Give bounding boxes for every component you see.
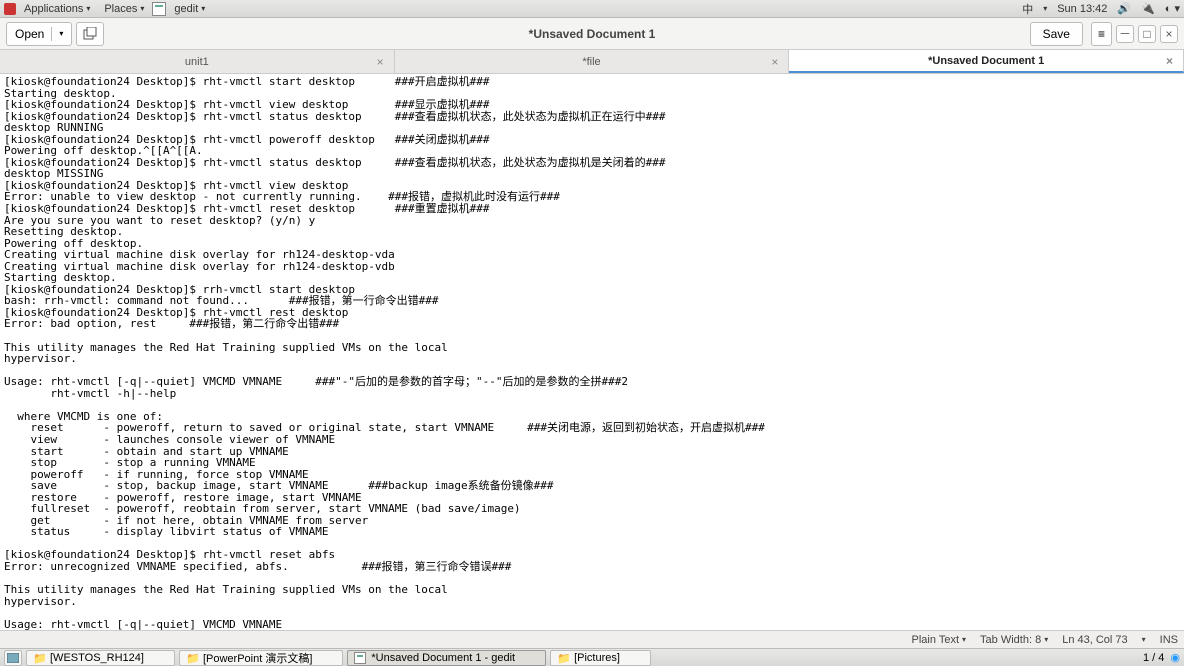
folder-icon: 📁 <box>557 652 569 664</box>
top-panel: Applications▾ Places▾ gedit▾ 中 ▾ Sun 13:4… <box>0 0 1184 18</box>
input-method-indicator[interactable]: 中 <box>1022 1 1033 17</box>
statusbar: Plain Text▾ Tab Width: 8▾ Ln 43, Col 73 … <box>0 630 1184 648</box>
cursor-position: Ln 43, Col 73 <box>1062 634 1127 646</box>
bottom-panel: 📁[WESTOS_RH124] 📁[PowerPoint 演示文稿] *Unsa… <box>0 648 1184 666</box>
distro-logo-icon <box>4 3 16 15</box>
battery-icon[interactable]: 🔌 <box>1141 2 1155 15</box>
task-powerpoint[interactable]: 📁[PowerPoint 演示文稿] <box>179 650 343 666</box>
chevron-down-icon: ▾ <box>1043 4 1047 13</box>
open-button[interactable]: Open▾ <box>6 22 72 46</box>
chevron-down-icon: ▾ <box>140 4 144 13</box>
close-button[interactable]: × <box>1160 25 1178 43</box>
folder-icon: 📁 <box>186 652 198 664</box>
maximize-button[interactable]: □ <box>1138 25 1156 43</box>
tab-file[interactable]: *file× <box>395 50 790 73</box>
user-menu[interactable]: ◐ ▾ <box>1165 2 1180 15</box>
gedit-app-icon <box>152 2 166 16</box>
chevron-down-icon: ▾ <box>962 635 966 644</box>
chevron-down-icon: ▾ <box>59 29 63 38</box>
tabwidth-selector[interactable]: Tab Width: 8▾ <box>980 634 1048 646</box>
gedit-icon <box>354 652 366 664</box>
notification-icon[interactable]: ◉ <box>1170 651 1180 664</box>
task-westos[interactable]: 📁[WESTOS_RH124] <box>26 650 175 666</box>
save-button[interactable]: Save <box>1030 22 1083 46</box>
tab-unit1[interactable]: unit1× <box>0 50 395 73</box>
editor-textarea[interactable]: [kiosk@foundation24 Desktop]$ rht-vmctl … <box>0 74 1184 630</box>
new-tab-button[interactable] <box>76 22 104 46</box>
close-icon[interactable]: × <box>771 55 778 69</box>
applications-menu[interactable]: Applications▾ <box>18 3 96 15</box>
syntax-selector[interactable]: Plain Text▾ <box>912 634 967 646</box>
close-icon[interactable]: × <box>1166 54 1173 68</box>
minimize-button[interactable]: － <box>1116 25 1134 43</box>
clock[interactable]: Sun 13:42 <box>1057 3 1107 15</box>
chevron-down-icon[interactable]: ▾ <box>1142 635 1146 644</box>
places-menu[interactable]: Places▾ <box>98 3 150 15</box>
chevron-down-icon: ▾ <box>201 4 205 13</box>
gedit-menu[interactable]: gedit▾ <box>168 3 211 15</box>
hamburger-icon: ≡ <box>1098 27 1105 41</box>
insert-mode[interactable]: INS <box>1160 634 1178 646</box>
workspace-indicator[interactable]: 1 / 4 <box>1143 652 1164 664</box>
task-pictures[interactable]: 📁[Pictures] <box>550 650 651 666</box>
task-gedit[interactable]: *Unsaved Document 1 - gedit <box>347 650 546 666</box>
toolbar: Open▾ *Unsaved Document 1 Save ≡ － □ × <box>0 18 1184 50</box>
folder-icon: 📁 <box>33 652 45 664</box>
tab-bar: unit1× *file× *Unsaved Document 1× <box>0 50 1184 74</box>
volume-icon[interactable]: 🔊 <box>1117 2 1131 15</box>
show-desktop-button[interactable] <box>4 650 22 666</box>
hamburger-menu-button[interactable]: ≡ <box>1091 22 1112 46</box>
chevron-down-icon: ▾ <box>86 4 90 13</box>
tab-unsaved-document-1[interactable]: *Unsaved Document 1× <box>789 50 1184 73</box>
close-icon[interactable]: × <box>377 55 384 69</box>
document-title: *Unsaved Document 1 <box>529 27 656 41</box>
chevron-down-icon: ▾ <box>1044 635 1048 644</box>
